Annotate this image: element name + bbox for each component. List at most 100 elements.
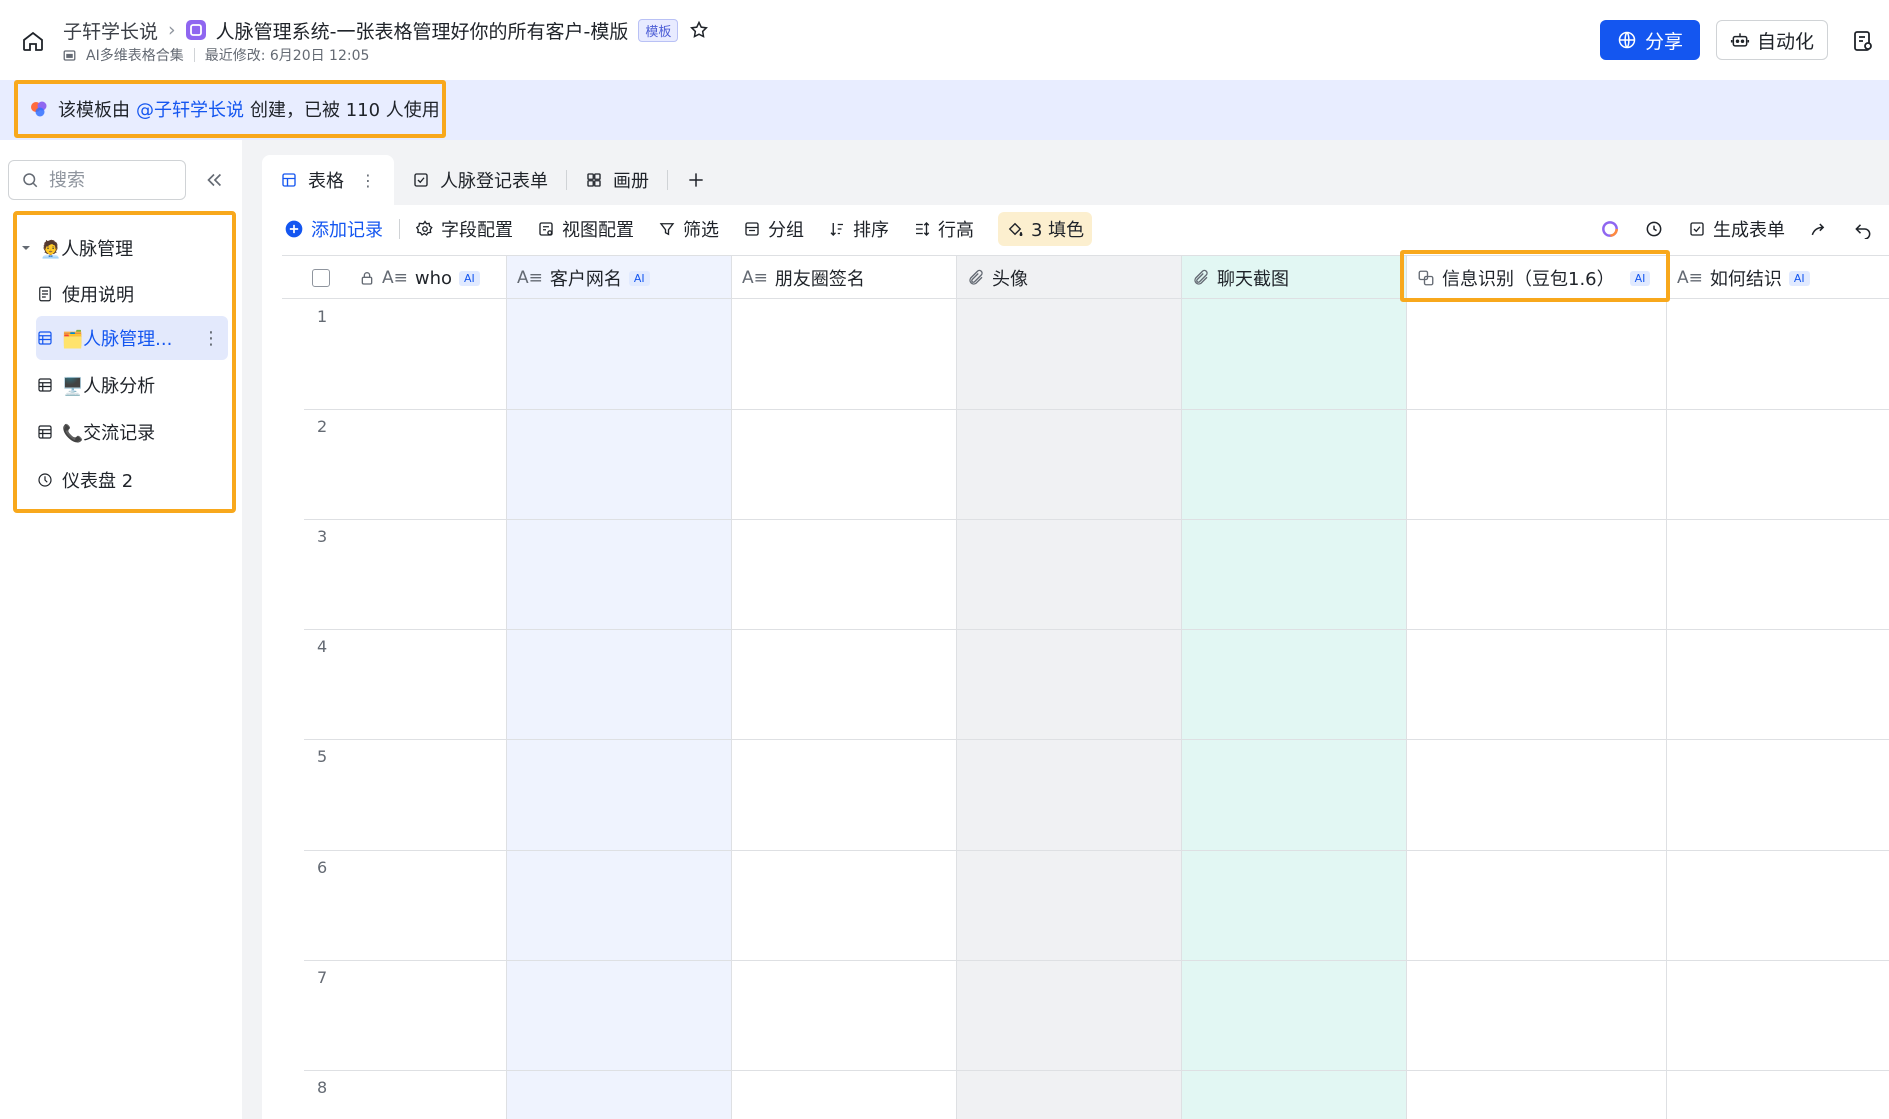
ai-badge: AI (1629, 270, 1651, 286)
ai-badge: AI (459, 270, 480, 286)
table-row[interactable] (304, 739, 1889, 740)
select-all-checkbox[interactable] (312, 269, 330, 287)
sort-icon (828, 220, 846, 238)
table-row[interactable] (304, 1070, 1889, 1071)
table-row[interactable] (304, 629, 1889, 630)
table-row[interactable] (304, 850, 1889, 851)
tab-registration-form[interactable]: 人脉登记表单 (394, 155, 566, 205)
text-field-icon: A≡ (382, 268, 408, 288)
document-info-icon[interactable] (1850, 28, 1876, 54)
history-icon[interactable] (1644, 219, 1664, 239)
form-view-icon (412, 171, 430, 189)
column-how-met[interactable] (1667, 255, 1889, 1119)
column-label: 客户网名 (549, 269, 622, 290)
row-height-button[interactable]: 行高 (913, 216, 974, 242)
tab-label: 表格 (308, 171, 344, 192)
column-who[interactable] (282, 255, 507, 1119)
filter-label: 筛选 (683, 220, 719, 241)
sidebar-item-label: 📞交流记录 (62, 423, 156, 444)
column-header-avatar[interactable]: 头像 (957, 256, 1182, 300)
fill-color-button[interactable]: 3 填色 (998, 212, 1093, 246)
sidebar-item-people-analysis[interactable]: 🖥️人脉分析 (36, 363, 228, 407)
text-field-icon: A≡ (517, 268, 543, 288)
collection-name[interactable]: AI多维表格合集 (86, 45, 184, 65)
document-title[interactable]: 人脉管理系统-一张表格管理好你的所有客户-模版 (216, 17, 629, 44)
group-label: 分组 (768, 220, 804, 241)
table-icon (36, 376, 54, 394)
row-height-label: 行高 (938, 220, 974, 241)
table-row[interactable] (304, 519, 1889, 520)
lock-icon (359, 270, 375, 286)
doc-icon (36, 285, 54, 303)
chevron-right-icon: › (168, 19, 176, 41)
data-grid: A≡ who AI A≡ 客户网名 AI A≡ 朋友圈签名 头像 聊天截图 信息… (282, 255, 1889, 1119)
ai-extract-icon (1417, 269, 1435, 287)
field-config-button[interactable]: 字段配置 (416, 216, 513, 242)
row-number: 5 (317, 747, 328, 766)
filter-button[interactable]: 筛选 (658, 216, 719, 242)
caret-down-icon[interactable] (20, 242, 32, 254)
column-label: 朋友圈签名 (774, 269, 865, 290)
template-logo-icon (30, 100, 48, 118)
add-view-button[interactable] (668, 155, 724, 205)
column-label: 头像 (992, 269, 1028, 290)
sidebar-folder-people-management[interactable]: 🧑‍💼人脉管理 (20, 226, 232, 270)
globe-icon (1617, 30, 1637, 50)
text-field-icon: A≡ (742, 268, 768, 288)
sidebar-item-communication-log[interactable]: 📞交流记录 (36, 410, 228, 454)
column-chat-screenshots[interactable] (1182, 255, 1407, 1119)
tab-grid[interactable]: 表格 ⋮ (262, 155, 394, 205)
share-view-icon[interactable] (1809, 219, 1829, 239)
view-config-button[interactable]: 视图配置 (537, 216, 634, 242)
ai-badge: AI (1788, 270, 1810, 286)
table-row[interactable] (304, 960, 1889, 961)
column-moments-signature[interactable] (732, 255, 957, 1119)
attachment-icon (1192, 269, 1210, 287)
column-header-moments-signature[interactable]: A≡ 朋友圈签名 (732, 256, 957, 300)
search-input[interactable] (49, 169, 169, 191)
column-info-recognition[interactable] (1407, 255, 1667, 1119)
home-icon[interactable] (20, 28, 46, 54)
tab-label: 画册 (613, 171, 649, 192)
banner-author-link[interactable]: @子轩学长说 (136, 96, 244, 122)
column-avatar[interactable] (957, 255, 1182, 1119)
collapse-sidebar-icon[interactable] (202, 168, 226, 192)
column-header-chat-screenshots[interactable]: 聊天截图 (1182, 256, 1407, 300)
column-header-who[interactable]: A≡ who AI (282, 256, 507, 300)
more-vertical-icon[interactable]: ⋮ (202, 328, 220, 349)
column-header-how-met[interactable]: A≡ 如何结识 AI (1667, 256, 1889, 300)
ai-assistant-icon[interactable] (1600, 219, 1620, 239)
breadcrumb: 子轩学长说 › 人脉管理系统-一张表格管理好你的所有客户-模版 模板 (63, 16, 710, 44)
star-icon[interactable] (688, 19, 710, 41)
base-app-icon (185, 20, 206, 40)
sidebar-item-instructions[interactable]: 使用说明 (36, 272, 228, 316)
column-header-info-recognition[interactable]: 信息识别（豆包1.6） AI (1407, 256, 1667, 300)
column-header-customer-nickname[interactable]: A≡ 客户网名 AI (507, 256, 732, 300)
column-label: 信息识别（豆包1.6） (1442, 269, 1615, 290)
sort-button[interactable]: 排序 (828, 216, 889, 242)
more-vertical-icon[interactable]: ⋮ (360, 171, 376, 190)
table-row[interactable] (304, 409, 1889, 410)
sidebar-item-dashboard[interactable]: 仪表盘 2 (36, 458, 228, 502)
share-button[interactable]: 分享 (1600, 20, 1700, 60)
row-number: 1 (317, 307, 328, 326)
filter-icon (658, 220, 676, 238)
search-field[interactable] (8, 160, 186, 200)
banner-suffix: 创建，已被 110 人使用 (250, 100, 440, 121)
field-config-label: 字段配置 (441, 220, 513, 241)
template-badge: 模板 (638, 18, 679, 42)
breadcrumb-workspace[interactable]: 子轩学长说 (63, 17, 158, 44)
row-number: 8 (317, 1078, 328, 1097)
tab-label: 人脉登记表单 (440, 171, 548, 192)
add-record-button[interactable]: 添加记录 (284, 216, 383, 242)
undo-icon[interactable] (1853, 219, 1873, 239)
column-customer-nickname[interactable] (507, 255, 732, 1119)
sidebar-item-people-table[interactable]: 🗂️人脉管理... ⋮ (36, 316, 228, 360)
share-label: 分享 (1644, 30, 1683, 53)
automation-button[interactable]: 自动化 (1716, 20, 1828, 60)
tab-gallery[interactable]: 画册 (567, 155, 667, 205)
sort-label: 排序 (853, 220, 889, 241)
group-button[interactable]: 分组 (743, 216, 804, 242)
robot-icon (1730, 30, 1750, 50)
generate-form-button[interactable]: 生成表单 (1688, 216, 1785, 242)
